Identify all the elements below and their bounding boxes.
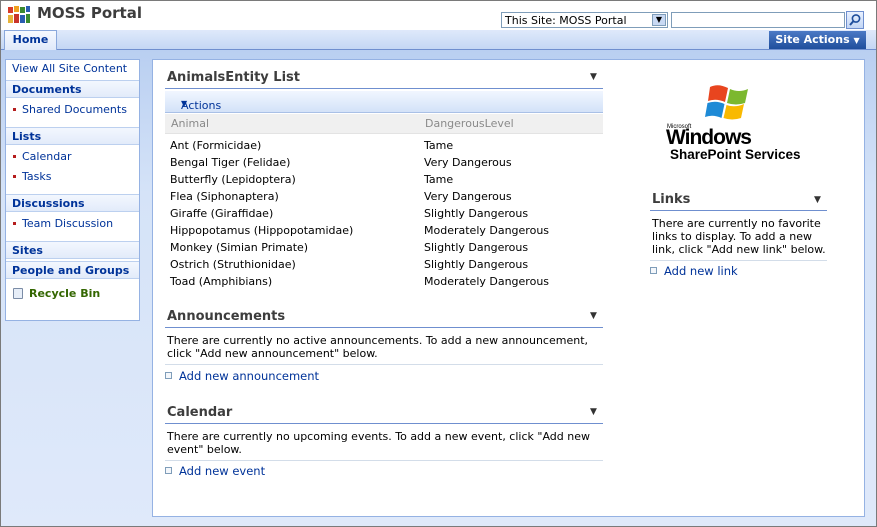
webpart-title-line	[165, 327, 603, 328]
search-input[interactable]	[671, 12, 845, 28]
dangerous-level-cell: Moderately Dangerous	[424, 275, 550, 288]
announcements-empty-text: There are currently no active announceme…	[167, 334, 589, 360]
webpart-menu-icon[interactable]: ▼	[590, 72, 597, 82]
dangerous-level-cell: Slightly Dangerous	[424, 207, 529, 220]
table-row[interactable]: Toad (Amphibians) Moderately Dangerous	[170, 275, 600, 292]
table-row[interactable]: Butterfly (Lepidoptera) Tame	[170, 173, 600, 190]
view-all-site-content-link[interactable]: View All Site Content	[6, 60, 139, 78]
sidebar-item-label: Calendar	[22, 150, 72, 163]
webpart-title-line	[650, 210, 827, 211]
table-row[interactable]: Bengal Tiger (Felidae) Very Dangerous	[170, 156, 600, 173]
chevron-down-icon: ▼	[853, 36, 860, 45]
site-logo-icon	[8, 6, 30, 23]
search-icon	[849, 14, 861, 26]
logo-product-text: SharePoint Services	[670, 147, 801, 162]
webpart-menu-icon[interactable]: ▼	[590, 407, 597, 417]
recycle-bin-icon	[13, 288, 23, 299]
animal-cell[interactable]: Ant (Formicidae)	[170, 139, 261, 152]
add-new-link-link[interactable]: Add new link	[650, 264, 738, 278]
chevron-down-icon: ▼	[181, 99, 188, 108]
dangerous-level-cell: Moderately Dangerous	[424, 224, 550, 237]
dangerous-level-cell: Very Dangerous	[424, 190, 512, 203]
add-link-label: Add new announcement	[179, 369, 320, 383]
sidebar-heading-people-and-groups[interactable]: People and Groups	[6, 261, 139, 279]
webpart-title-line	[165, 423, 603, 424]
sidebar-item-calendar[interactable]: Calendar	[6, 148, 139, 166]
table-row[interactable]: Ant (Formicidae) Tame	[170, 139, 600, 156]
sidebar-item-label: Tasks	[22, 170, 52, 183]
site-actions-label: Site Actions	[775, 33, 850, 46]
calendar-empty-text: There are currently no upcoming events. …	[167, 430, 590, 456]
search-scope-dropdown[interactable]: This Site: MOSS Portal ▼	[501, 12, 668, 28]
table-row[interactable]: Ostrich (Struthionidae) Slightly Dangerou…	[170, 258, 600, 275]
list-column-header: Animal DangerousLevel	[165, 114, 603, 134]
dangerous-level-cell: Tame	[424, 139, 454, 152]
bullet-icon	[13, 155, 16, 158]
bullet-icon	[13, 175, 16, 178]
recycle-bin-label: Recycle Bin	[29, 287, 101, 300]
sidebar-item-label: Shared Documents	[22, 103, 127, 116]
dangerous-level-cell: Slightly Dangerous	[424, 258, 529, 271]
add-new-event-link[interactable]: Add new event	[165, 464, 266, 478]
animal-cell[interactable]: Butterfly (Lepidoptera)	[170, 173, 296, 186]
dangerous-level-cell: Slightly Dangerous	[424, 241, 529, 254]
table-row[interactable]: Monkey (Simian Primate) Slightly Dangerou…	[170, 241, 600, 258]
announcements-title[interactable]: Announcements	[167, 309, 285, 324]
bullet-icon	[13, 222, 16, 225]
column-header-dangerous-level[interactable]: DangerousLevel	[425, 117, 514, 130]
animal-cell[interactable]: Monkey (Simian Primate)	[170, 241, 308, 254]
table-row[interactable]: Hippopotamus (Hippopotamidae) Moderately …	[170, 224, 600, 241]
links-title[interactable]: Links	[652, 192, 690, 207]
divider	[650, 260, 827, 261]
site-actions-menu[interactable]: Site Actions ▼	[769, 31, 866, 49]
dangerous-level-cell: Very Dangerous	[424, 156, 512, 169]
webpart-menu-icon[interactable]: ▼	[814, 195, 821, 205]
dropdown-arrow-icon[interactable]: ▼	[652, 14, 666, 26]
links-empty-text: There are currently no favorite links to…	[652, 217, 826, 256]
table-row[interactable]: Giraffe (Giraffidae) Slightly Dangerous	[170, 207, 600, 224]
windows-flag-icon	[705, 85, 748, 120]
webpart-menu-icon[interactable]: ▼	[590, 311, 597, 321]
divider	[165, 364, 603, 365]
animals-list-title[interactable]: AnimalsEntity List	[167, 70, 300, 85]
sidebar-item-tasks[interactable]: Tasks	[6, 168, 139, 186]
animal-cell[interactable]: Hippopotamus (Hippopotamidae)	[170, 224, 353, 237]
dangerous-level-cell: Tame	[424, 173, 454, 186]
quick-launch: View All Site Content Documents Shared D…	[5, 59, 140, 321]
animal-cell[interactable]: Ostrich (Struthionidae)	[170, 258, 296, 271]
add-icon	[165, 467, 172, 474]
animal-cell[interactable]: Flea (Siphonaptera)	[170, 190, 279, 203]
sidebar-item-label: Team Discussion	[22, 217, 114, 230]
windows-sharepoint-logo: Microsoft Windows SharePoint Services	[666, 85, 801, 162]
logo-windows-text: Windows	[666, 126, 751, 149]
site-title[interactable]: MOSS Portal	[37, 4, 142, 22]
add-link-label: Add new link	[664, 264, 738, 278]
add-new-announcement-link[interactable]: Add new announcement	[165, 369, 320, 383]
add-link-label: Add new event	[179, 464, 266, 478]
animal-cell[interactable]: Bengal Tiger (Felidae)	[170, 156, 290, 169]
sidebar-heading-lists[interactable]: Lists	[6, 127, 139, 145]
sidebar-heading-documents[interactable]: Documents	[6, 80, 139, 98]
column-header-animal[interactable]: Animal	[171, 117, 209, 130]
top-nav-bar	[1, 30, 876, 50]
webpart-title-line	[165, 88, 603, 89]
add-icon	[650, 267, 657, 274]
animal-cell[interactable]: Giraffe (Giraffidae)	[170, 207, 273, 220]
list-toolbar: Actions ▼	[165, 91, 603, 113]
search-button[interactable]	[846, 11, 864, 29]
sidebar-heading-sites[interactable]: Sites	[6, 241, 139, 259]
sidebar-heading-discussions[interactable]: Discussions	[6, 194, 139, 212]
calendar-title[interactable]: Calendar	[167, 405, 232, 420]
sidebar-item-team-discussion[interactable]: Team Discussion	[6, 215, 139, 233]
divider	[165, 460, 603, 461]
animal-cell[interactable]: Toad (Amphibians)	[170, 275, 272, 288]
sidebar-item-shared-documents[interactable]: Shared Documents	[6, 101, 139, 119]
tab-home[interactable]: Home	[4, 30, 57, 50]
search-scope-value: This Site: MOSS Portal	[505, 14, 627, 27]
add-icon	[165, 372, 172, 379]
recycle-bin-link[interactable]: Recycle Bin	[6, 283, 139, 305]
table-row[interactable]: Flea (Siphonaptera) Very Dangerous	[170, 190, 600, 207]
bullet-icon	[13, 108, 16, 111]
